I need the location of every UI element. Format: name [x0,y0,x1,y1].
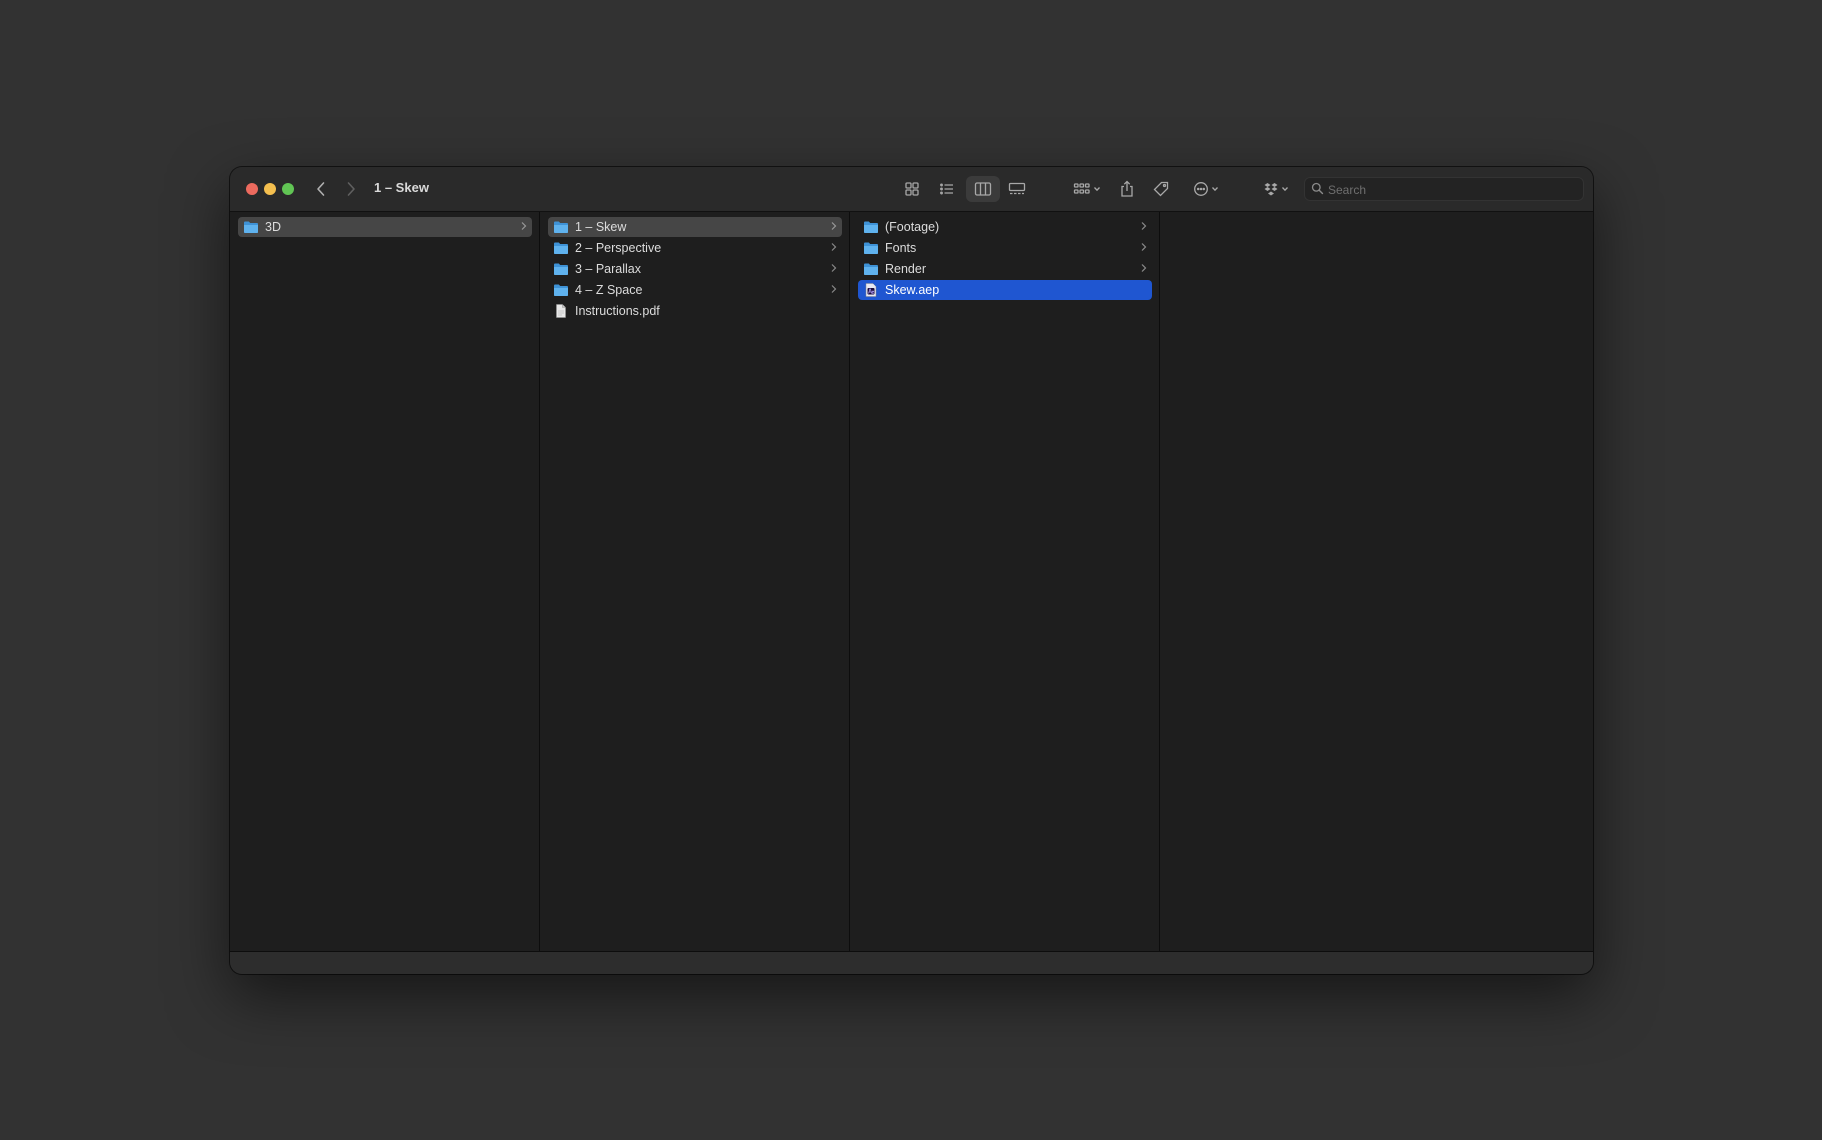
chevron-right-icon [831,264,837,272]
list-item-1-skew[interactable]: 1 – Skew [548,217,842,237]
status-bar [230,951,1593,974]
toolbar: 1 – Skew [230,167,1593,212]
dropbox-button[interactable] [1258,176,1294,202]
column-view-button[interactable] [966,176,1000,202]
window-title: 1 – Skew [374,180,429,195]
chevron-down-icon [1282,187,1288,192]
after-effects-file-icon [863,282,879,298]
forward-button[interactable] [337,175,365,203]
gallery-view-icon [1008,182,1026,195]
list-item-3-parallax[interactable]: 3 – Parallax [548,259,842,279]
list-view-button[interactable] [932,176,962,202]
chevron-right-icon [347,182,355,196]
zoom-button[interactable] [282,183,294,195]
folder-icon [863,219,879,235]
list-item-4-z-space[interactable]: 4 – Z Space [548,280,842,300]
more-actions-button[interactable] [1188,176,1224,202]
share-icon [1121,180,1133,197]
folder-icon [863,261,879,277]
more-icon [1194,182,1208,196]
column-4-empty[interactable] [1160,212,1593,952]
minimize-button[interactable] [264,183,276,195]
column-view-icon [974,182,992,196]
chevron-down-icon [1212,187,1218,192]
search-input[interactable] [1326,179,1580,201]
icon-view-icon [905,182,919,196]
item-label: 4 – Z Space [575,283,643,297]
column-browser: 3D 1 – Skew 2 – Perspective 3 – Parallax… [230,212,1593,952]
list-item-2-perspective[interactable]: 2 – Perspective [548,238,842,258]
list-item-instructions-pdf[interactable]: Instructions.pdf [548,301,842,321]
item-label: 2 – Perspective [575,241,662,255]
chevron-right-icon [1141,222,1147,230]
share-button[interactable] [1112,176,1142,202]
item-label: 3D [265,220,281,234]
gallery-view-button[interactable] [1002,176,1032,202]
tag-icon [1153,181,1169,197]
chevron-left-icon [317,182,325,196]
item-label: Fonts [885,241,917,255]
chevron-right-icon [831,222,837,230]
close-button[interactable] [246,183,258,195]
chevron-down-icon [1094,187,1100,192]
back-button[interactable] [307,175,335,203]
icon-view-button[interactable] [897,176,927,202]
folder-icon [553,240,569,256]
folder-icon [863,240,879,256]
column-1[interactable]: 3D [230,212,540,952]
pdf-document-icon [553,303,569,319]
list-item-render[interactable]: Render [858,259,1152,279]
item-label: Render [885,262,926,276]
list-item-footage[interactable]: (Footage) [858,217,1152,237]
chevron-right-icon [831,243,837,251]
folder-icon [553,282,569,298]
dropbox-icon [1264,183,1278,196]
item-label: Instructions.pdf [575,304,660,318]
item-label: 1 – Skew [575,220,627,234]
column-3[interactable]: (Footage) Fonts Render Skew.aep [850,212,1160,952]
search-field[interactable] [1304,177,1584,201]
list-view-icon [940,183,953,195]
tag-button[interactable] [1146,176,1176,202]
item-label: (Footage) [885,220,940,234]
column-2[interactable]: 1 – Skew 2 – Perspective 3 – Parallax 4 … [540,212,850,952]
finder-window: 1 – Skew Search 3D 1 – Skew 2 – Perspect… [230,167,1593,974]
list-item-fonts[interactable]: Fonts [858,238,1152,258]
list-item-skew-aep[interactable]: Skew.aep [858,280,1152,300]
search-icon [1311,182,1324,195]
list-item-3d[interactable]: 3D [238,217,532,237]
group-button[interactable] [1069,176,1105,202]
chevron-right-icon [831,285,837,293]
chevron-right-icon [1141,243,1147,251]
folder-icon [243,219,259,235]
group-icon [1073,183,1090,194]
folder-icon [553,261,569,277]
chevron-right-icon [521,222,527,230]
chevron-right-icon [1141,264,1147,272]
item-label: Skew.aep [885,283,940,297]
item-label: 3 – Parallax [575,262,642,276]
folder-icon [553,219,569,235]
